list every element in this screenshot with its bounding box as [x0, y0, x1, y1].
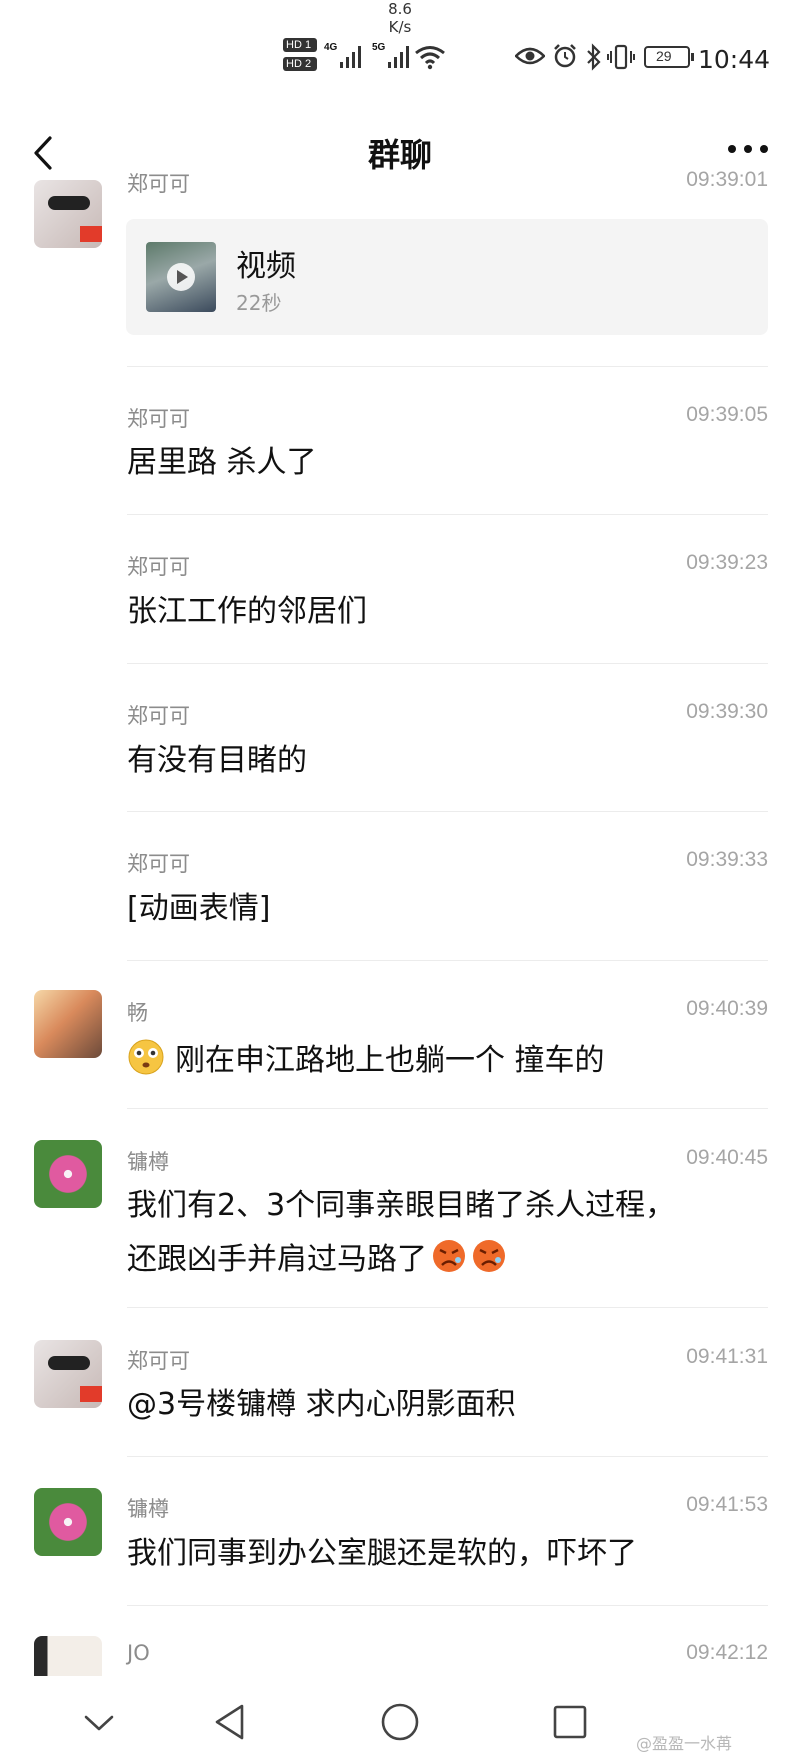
message-text: 刚在申江路地上也躺一个 撞车的: [175, 1043, 605, 1078]
sender-name: 郑可可: [127, 407, 190, 431]
clock: 10:44: [698, 45, 771, 74]
message-body: 还跟凶手并肩过马路了: [127, 1231, 507, 1281]
message-text: [动画表情]: [127, 891, 271, 926]
message-text: 居里路 杀人了: [127, 445, 317, 480]
video-duration: 22秒: [236, 291, 282, 315]
sender-name: 郑可可: [127, 852, 190, 876]
sender-name: 郑可可: [127, 555, 190, 579]
message-text: 有没有目睹的: [127, 743, 307, 778]
battery-icon: 29: [644, 46, 694, 68]
message-time: 09:39:30: [686, 700, 768, 723]
angry-crying-emoji-icon: [473, 1240, 505, 1272]
avatar[interactable]: [34, 1140, 102, 1208]
sender-name: 郑可可: [127, 704, 190, 728]
message-text: 我们同事到办公室腿还是软的，吓坏了: [127, 1536, 637, 1571]
hd2-label: HD 2: [283, 57, 317, 71]
wifi-icon: [415, 46, 445, 70]
divider: [127, 1456, 768, 1457]
bluetooth-icon: [587, 43, 601, 71]
hd-icon: HD 1 HD 2: [283, 38, 317, 71]
avatar[interactable]: [34, 1340, 102, 1408]
angry-crying-emoji-icon: [433, 1240, 465, 1272]
sender-name: 镛樽: [127, 1150, 169, 1174]
video-message[interactable]: 视频 22秒: [126, 219, 768, 335]
message-time: 09:40:39: [686, 997, 768, 1020]
message-text-line: 我们有2、3个同事亲眼目睹了杀人过程，: [127, 1188, 676, 1223]
watermark: @盈盈一水苒: [636, 1734, 733, 1753]
status-bar: HD 1 HD 2 4G 5G 8.6 K/s 29 10:44: [0, 0, 800, 110]
message-time: 09:39:33: [686, 848, 768, 871]
divider: [127, 514, 768, 515]
play-icon: [167, 263, 195, 291]
network-speed: 8.6 K/s: [0, 0, 800, 36]
home-circle-icon[interactable]: [380, 1702, 420, 1742]
avatar[interactable]: [34, 1488, 102, 1556]
message-text-line: 还跟凶手并肩过马路了: [127, 1242, 427, 1277]
divider: [127, 811, 768, 812]
back-triangle-icon[interactable]: [212, 1702, 248, 1742]
avatar[interactable]: [34, 1636, 102, 1676]
network-speed-unit: K/s: [388, 18, 412, 36]
divider: [127, 663, 768, 664]
more-options-icon[interactable]: [720, 134, 780, 164]
signal-icon: 4G: [324, 42, 366, 72]
video-thumbnail[interactable]: [146, 242, 216, 312]
divider: [127, 1108, 768, 1109]
message-time: 09:41:31: [686, 1345, 768, 1368]
avatar[interactable]: [34, 990, 102, 1058]
divider: [127, 366, 768, 367]
astonished-emoji-icon: [128, 1039, 164, 1075]
vibrate-icon: [607, 44, 635, 70]
message-text: 张江工作的邻居们: [127, 594, 367, 629]
battery-level: 29: [656, 48, 672, 64]
message-text: @3号楼镛樽 求内心阴影面积: [127, 1387, 516, 1422]
sender-name: 郑可可: [127, 1349, 190, 1373]
sender-name: 郑可可: [127, 172, 190, 196]
divider: [127, 1307, 768, 1308]
network-speed-value: 8.6: [388, 0, 412, 18]
message-time: 09:40:45: [686, 1146, 768, 1169]
message-body: 刚在申江路地上也躺一个 撞车的: [127, 1032, 605, 1082]
alarm-icon: [554, 44, 576, 68]
recents-square-icon[interactable]: [552, 1704, 588, 1740]
hd1-label: HD 1: [283, 38, 317, 52]
sender-name: JO: [127, 1641, 150, 1665]
message-time: 09:39:05: [686, 403, 768, 426]
message-time: 09:42:12: [686, 1641, 768, 1664]
eye-icon: [515, 47, 545, 65]
divider: [127, 1605, 768, 1606]
message-time: 09:39:23: [686, 551, 768, 574]
message-time: 09:39:01: [686, 168, 768, 191]
message-time: 09:41:53: [686, 1493, 768, 1516]
video-label: 视频: [236, 249, 296, 284]
divider: [127, 960, 768, 961]
sender-name: 镛樽: [127, 1497, 169, 1521]
signal-icon: 5G: [372, 42, 414, 72]
sender-name: 畅: [127, 1001, 148, 1025]
avatar[interactable]: [34, 180, 102, 248]
chevron-down-icon[interactable]: [82, 1712, 116, 1734]
